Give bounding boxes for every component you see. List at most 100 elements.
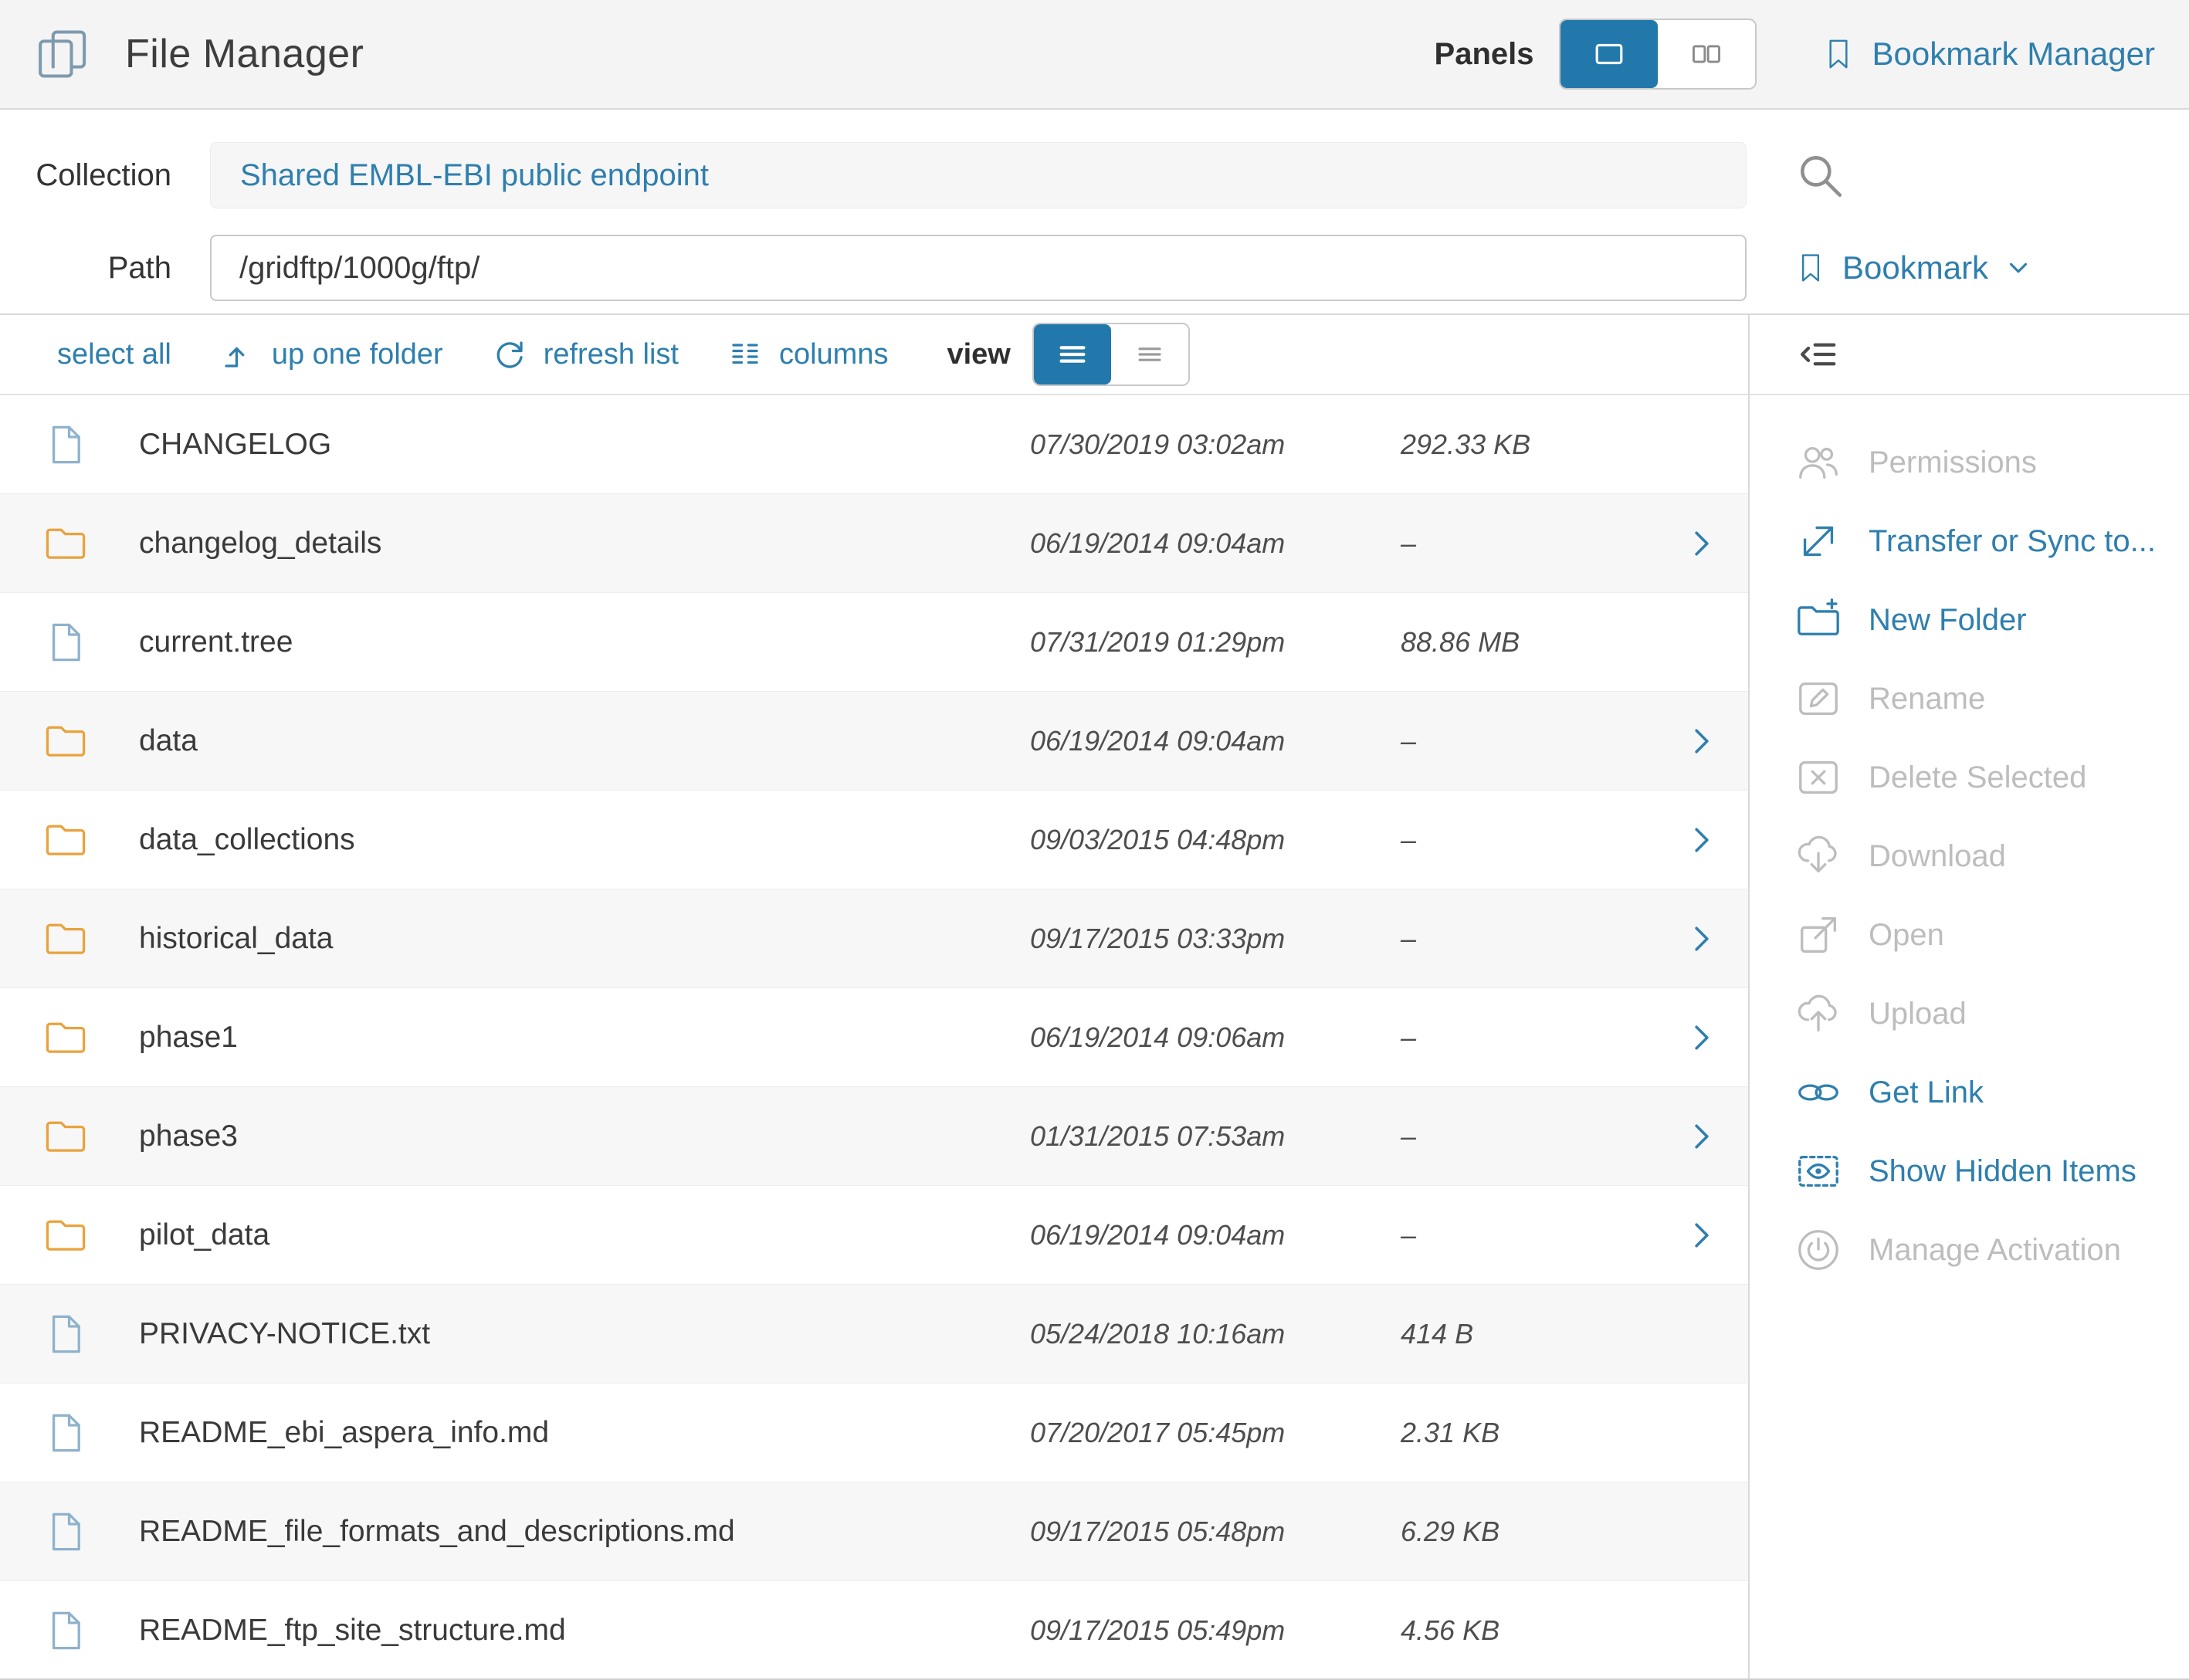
list-view-button[interactable]	[1034, 324, 1111, 384]
file-name: current.tree	[139, 625, 1030, 659]
file-icon	[43, 422, 90, 467]
file-name: README_ebi_aspera_info.md	[139, 1416, 1030, 1450]
dual-panel-icon	[1683, 36, 1730, 72]
chevron-right-icon[interactable]	[1655, 1119, 1748, 1153]
up-one-folder-button[interactable]: up one folder	[219, 336, 443, 373]
file-row[interactable]: historical_data 09/17/2015 03:33pm –	[0, 889, 1748, 988]
file-row[interactable]: README_file_formats_and_descriptions.md …	[0, 1482, 1748, 1581]
select-all-button[interactable]: select all	[57, 338, 171, 371]
file-row[interactable]: phase1 06/19/2014 09:06am –	[0, 988, 1748, 1087]
file-row[interactable]: data 06/19/2014 09:04am –	[0, 692, 1748, 791]
action-label: Rename	[1869, 682, 1985, 716]
collapse-panel-icon[interactable]	[1798, 333, 1841, 376]
chevron-right-icon[interactable]	[1655, 1021, 1748, 1055]
chevron-right-icon[interactable]	[1655, 1218, 1748, 1252]
list-toolbar: select all up one folder	[0, 315, 1748, 395]
file-row[interactable]: changelog_details 06/19/2014 09:04am –	[0, 494, 1748, 593]
collection-input[interactable]: Shared EMBL-EBI public endpoint	[210, 142, 1747, 208]
file-table: CHANGELOG 07/30/2019 03:02am 292.33 KB c…	[0, 395, 1748, 1678]
action-label: Show Hidden Items	[1869, 1154, 2136, 1189]
file-row[interactable]: data_collections 09/03/2015 04:48pm –	[0, 791, 1748, 889]
single-panel-icon	[1586, 36, 1632, 72]
file-row[interactable]: phase3 01/31/2015 07:53am –	[0, 1087, 1748, 1186]
file-row[interactable]: current.tree 07/31/2019 01:29pm 88.86 MB	[0, 593, 1748, 692]
file-icon	[43, 1411, 90, 1455]
file-size: 6.29 KB	[1401, 1516, 1655, 1548]
bookmark-button[interactable]: Bookmark	[1794, 247, 2033, 289]
file-date: 05/24/2018 10:16am	[1030, 1318, 1401, 1350]
bookmark-manager-label: Bookmark Manager	[1872, 36, 2156, 73]
folder-icon	[43, 916, 90, 961]
action-transfer[interactable]: Transfer or Sync to...	[1750, 502, 2189, 581]
action-delete-selected: Delete Selected	[1750, 738, 2189, 817]
brand: File Manager	[31, 25, 364, 83]
action-label: Transfer or Sync to...	[1869, 524, 2156, 559]
dual-panel-button[interactable]	[1658, 20, 1755, 88]
rename-icon	[1794, 675, 1844, 723]
file-name: data_collections	[139, 823, 1030, 857]
compact-view-button[interactable]	[1111, 324, 1188, 384]
file-name: phase1	[139, 1021, 1030, 1055]
bookmark-manager-button[interactable]: Bookmark Manager	[1821, 32, 2156, 76]
endpoint-form: Collection Shared EMBL-EBI public endpoi…	[0, 110, 2189, 313]
refresh-list-button[interactable]: refresh list	[491, 336, 679, 373]
file-size: 2.31 KB	[1401, 1417, 1655, 1449]
file-size: –	[1401, 527, 1655, 560]
action-upload: Upload	[1750, 974, 2189, 1053]
action-rename: Rename	[1750, 659, 2189, 738]
file-icon	[43, 1509, 90, 1554]
view-toggle-group: view	[947, 323, 1189, 386]
file-date: 07/31/2019 01:29pm	[1030, 626, 1401, 659]
panels-label: Panels	[1435, 37, 1534, 72]
path-label: Path	[0, 251, 171, 286]
file-row[interactable]: README_ebi_aspera_info.md 07/20/2017 05:…	[0, 1384, 1748, 1482]
action-label: Get Link	[1869, 1075, 1984, 1110]
folder-icon	[43, 719, 90, 764]
actions-sidebar: Permissions Transfer or Sync to... New Fol…	[1750, 315, 2189, 1678]
main-area: select all up one folder	[0, 313, 2189, 1680]
file-row[interactable]: PRIVACY-NOTICE.txt 05/24/2018 10:16am 41…	[0, 1285, 1748, 1384]
single-panel-button[interactable]	[1560, 20, 1658, 88]
show-hidden-icon	[1794, 1147, 1844, 1195]
chevron-right-icon[interactable]	[1655, 823, 1748, 857]
action-permissions: Permissions	[1750, 423, 2189, 502]
new-folder-icon	[1794, 596, 1844, 644]
delete-icon	[1794, 754, 1844, 801]
collection-label: Collection	[0, 158, 171, 193]
file-name: PRIVACY-NOTICE.txt	[139, 1317, 1030, 1351]
file-row[interactable]: pilot_data 06/19/2014 09:04am –	[0, 1186, 1748, 1285]
search-icon[interactable]	[1794, 150, 1845, 201]
file-list-pane: select all up one folder	[0, 315, 1750, 1678]
columns-button[interactable]: columns	[727, 336, 889, 373]
action-show-hidden[interactable]: Show Hidden Items	[1750, 1132, 2189, 1211]
file-size: –	[1401, 1219, 1655, 1252]
chevron-right-icon[interactable]	[1655, 527, 1748, 561]
action-label: Upload	[1869, 997, 1967, 1031]
file-row[interactable]: CHANGELOG 07/30/2019 03:02am 292.33 KB	[0, 395, 1748, 494]
file-date: 09/17/2015 05:49pm	[1030, 1614, 1401, 1647]
file-row[interactable]: README_ftp_site_structure.md 09/17/2015 …	[0, 1581, 1748, 1678]
file-date: 07/20/2017 05:45pm	[1030, 1417, 1401, 1449]
action-get-link[interactable]: Get Link	[1750, 1053, 2189, 1132]
action-download: Download	[1750, 817, 2189, 896]
path-row: Path Bookmark	[0, 235, 2189, 301]
download-icon	[1794, 832, 1844, 880]
action-open: Open	[1750, 896, 2189, 974]
chevron-right-icon[interactable]	[1655, 724, 1748, 758]
file-name: pilot_data	[139, 1218, 1030, 1252]
chevron-right-icon[interactable]	[1655, 922, 1748, 956]
file-icon	[43, 1608, 90, 1653]
chevron-down-icon	[2004, 253, 2033, 283]
action-new-folder[interactable]: New Folder	[1750, 581, 2189, 659]
transfer-icon	[1794, 517, 1844, 565]
file-manager-app: File Manager Panels	[0, 0, 2189, 1680]
file-date: 01/31/2015 07:53am	[1030, 1120, 1401, 1153]
bookmark-label: Bookmark	[1842, 249, 1988, 286]
columns-icon	[727, 336, 764, 373]
up-arrow-icon	[219, 336, 256, 373]
folder-icon	[43, 521, 90, 566]
refresh-icon	[491, 336, 528, 373]
path-input[interactable]	[210, 235, 1747, 301]
file-date: 06/19/2014 09:04am	[1030, 1219, 1401, 1252]
file-date: 06/19/2014 09:04am	[1030, 725, 1401, 757]
